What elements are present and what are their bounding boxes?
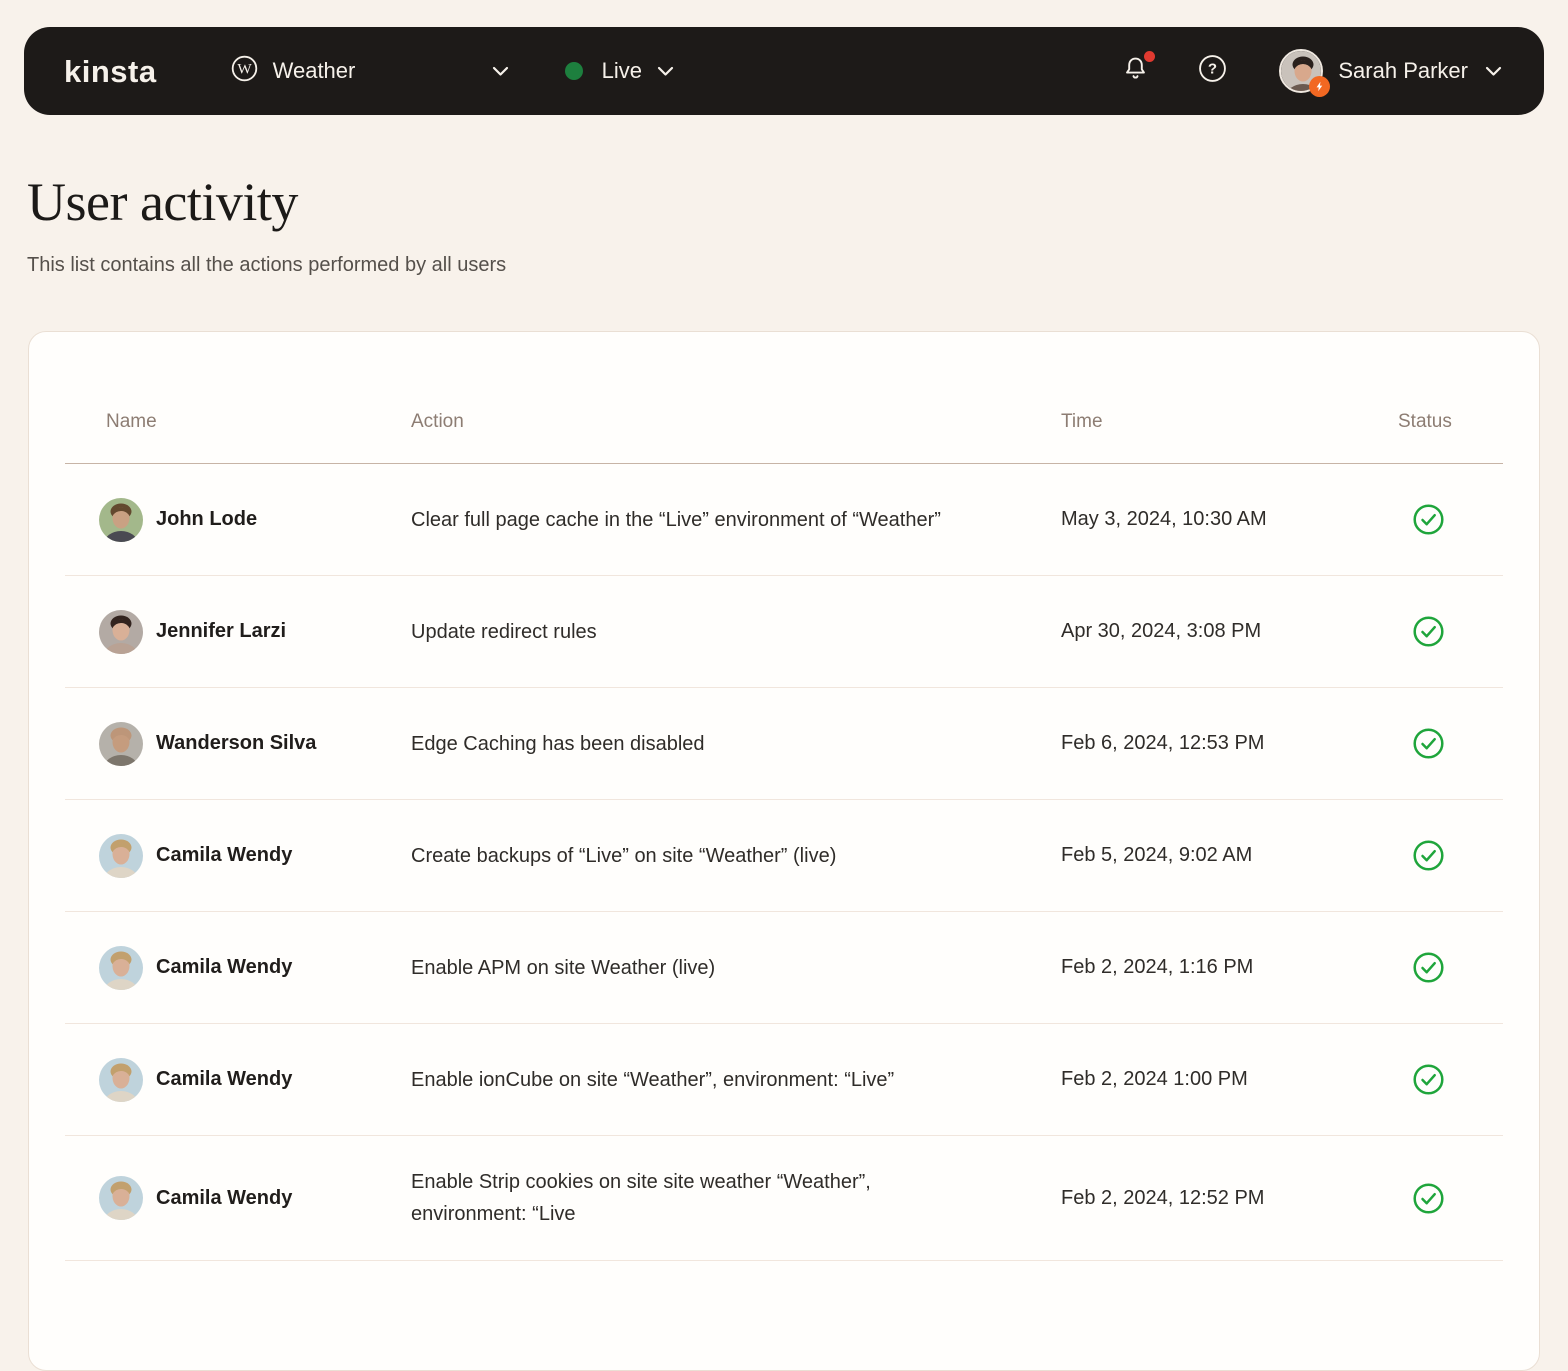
status-cell	[1398, 1182, 1503, 1215]
user-name: John Lode	[156, 508, 258, 530]
table-row: Camila Wendy Create backups of “Live” on…	[65, 800, 1503, 912]
table-body: John Lode Clear full page cache in the “…	[65, 464, 1503, 1261]
environment-label: Live	[601, 58, 642, 83]
notifications-button[interactable]	[1122, 51, 1156, 87]
svg-text:?: ?	[1208, 61, 1217, 78]
user-name: Jennifer Larzi	[156, 620, 287, 642]
status-cell	[1398, 839, 1503, 872]
action-text: Enable Strip cookies on site site weathe…	[411, 1171, 871, 1225]
action-cell: Update redirect rules	[411, 616, 1061, 648]
column-header-time: Time	[1061, 411, 1103, 432]
avatar	[99, 609, 143, 654]
name-cell: John Lode	[65, 497, 411, 542]
action-text: Clear full page cache in the “Live” envi…	[411, 508, 941, 531]
action-text: Update redirect rules	[411, 620, 597, 643]
status-cell	[1398, 615, 1503, 648]
avatar	[99, 1057, 143, 1102]
check-circle-icon	[1412, 615, 1445, 648]
environment-selector-dropdown[interactable]: Live	[564, 58, 674, 84]
check-circle-icon	[1412, 951, 1445, 984]
table-row: John Lode Clear full page cache in the “…	[65, 464, 1503, 576]
check-circle-icon	[1412, 1182, 1445, 1215]
kinsta-logo: kinsta	[64, 53, 157, 89]
time-text: Feb 6, 2024, 12:53 PM	[1061, 732, 1265, 754]
avatar	[99, 1176, 143, 1220]
status-cell	[1398, 1063, 1503, 1096]
time-text: Feb 5, 2024, 9:02 AM	[1061, 844, 1253, 866]
column-header-status: Status	[1398, 411, 1452, 432]
action-cell: Enable Strip cookies on site site weathe…	[411, 1166, 1061, 1230]
time-text: Feb 2, 2024, 1:16 PM	[1061, 956, 1254, 978]
help-icon: ?	[1198, 54, 1227, 88]
name-cell: Jennifer Larzi	[65, 609, 411, 654]
action-cell: Enable APM on site Weather (live)	[411, 952, 1061, 984]
action-text: Edge Caching has been disabled	[411, 732, 705, 755]
page-title: User activity	[27, 172, 298, 232]
check-circle-icon	[1412, 839, 1445, 872]
status-cell	[1398, 503, 1503, 536]
lightning-badge-icon	[1309, 76, 1331, 97]
table-row: Camila Wendy Enable APM on site Weather …	[65, 912, 1503, 1024]
unread-notification-dot	[1144, 51, 1156, 62]
table-row: Camila Wendy Enable Strip cookies on sit…	[65, 1136, 1503, 1261]
action-cell: Edge Caching has been disabled	[411, 728, 1061, 760]
page-subtitle: This list contains all the actions perfo…	[27, 254, 507, 276]
name-cell: Camila Wendy	[65, 833, 411, 878]
time-text: Feb 2, 2024, 12:52 PM	[1061, 1186, 1265, 1209]
name-cell: Camila Wendy	[65, 1057, 411, 1102]
chevron-down-icon	[492, 66, 509, 77]
avatar	[99, 497, 143, 542]
action-cell: Create backups of “Live” on site “Weathe…	[411, 840, 1061, 872]
user-avatar	[1279, 49, 1331, 97]
user-name: Camila Wendy	[156, 956, 293, 978]
avatar	[99, 833, 143, 878]
live-status-dot	[564, 62, 583, 80]
action-text: Enable APM on site Weather (live)	[411, 956, 716, 979]
name-cell: Camila Wendy	[65, 945, 411, 990]
top-navbar: kinsta W Weather Live ? Sarah Parker	[24, 27, 1544, 115]
avatar	[99, 721, 143, 766]
action-text: Create backups of “Live” on site “Weathe…	[411, 844, 837, 867]
user-name: Wanderson Silva	[156, 732, 317, 754]
site-selector-dropdown[interactable]: W Weather	[231, 55, 509, 87]
time-text: Apr 30, 2024, 3:08 PM	[1061, 620, 1262, 642]
help-button[interactable]: ?	[1198, 54, 1227, 88]
user-activity-card: Name Action Time Status John Lode Clear …	[28, 331, 1540, 1371]
table-row: Camila Wendy Enable ionCube on site “Wea…	[65, 1024, 1503, 1136]
user-menu[interactable]: Sarah Parker	[1279, 49, 1502, 97]
status-cell	[1398, 951, 1503, 984]
action-text: Enable ionCube on site “Weather”, enviro…	[411, 1068, 895, 1091]
column-header-action: Action	[411, 411, 464, 432]
table-row: Wanderson Silva Edge Caching has been di…	[65, 688, 1503, 800]
action-cell: Clear full page cache in the “Live” envi…	[411, 504, 1061, 536]
status-cell	[1398, 727, 1503, 760]
check-circle-icon	[1412, 1063, 1445, 1096]
user-name-label: Sarah Parker	[1338, 58, 1468, 83]
user-name: Camila Wendy	[156, 1068, 293, 1090]
wordpress-icon: W	[231, 55, 258, 87]
chevron-down-icon	[657, 66, 674, 77]
table-row: Jennifer Larzi Update redirect rules Apr…	[65, 576, 1503, 688]
check-circle-icon	[1412, 727, 1445, 760]
time-text: May 3, 2024, 10:30 AM	[1061, 508, 1267, 530]
name-cell: Wanderson Silva	[65, 721, 411, 766]
table-header-row: Name Action Time Status	[65, 332, 1503, 464]
user-name: Camila Wendy	[156, 844, 293, 866]
user-name: Camila Wendy	[156, 1186, 293, 1209]
check-circle-icon	[1412, 503, 1445, 536]
column-header-name: Name	[106, 411, 157, 432]
navbar-right-cluster: ? Sarah Parker	[1122, 49, 1502, 97]
time-text: Feb 2, 2024 1:00 PM	[1061, 1068, 1248, 1090]
action-cell: Enable ionCube on site “Weather”, enviro…	[411, 1064, 1061, 1096]
avatar	[99, 945, 143, 990]
name-cell: Camila Wendy	[65, 1176, 411, 1220]
svg-text:W: W	[237, 60, 252, 77]
site-selector-label: Weather	[272, 58, 356, 83]
chevron-down-icon	[1485, 66, 1502, 77]
